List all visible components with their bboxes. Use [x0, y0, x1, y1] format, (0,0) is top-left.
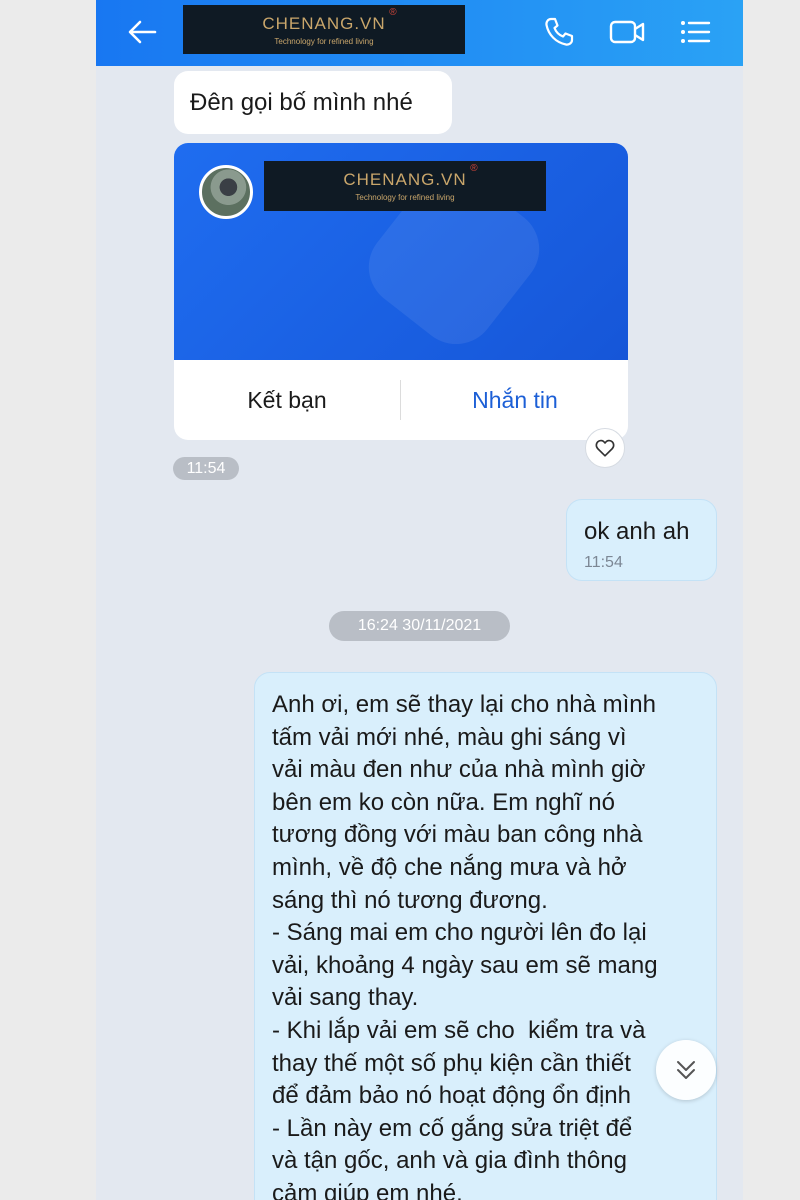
registered-mark: ® — [470, 163, 479, 174]
message-text: Đên gọi bố mình nhé — [190, 89, 413, 116]
date-separator: 16:24 30/11/2021 — [329, 611, 510, 641]
message-line: - Sáng mai em cho người lên đo lại — [272, 919, 647, 947]
add-friend-button[interactable]: Kết bạn — [174, 360, 400, 440]
registered-mark: ® — [389, 6, 398, 18]
brand-name: CHENANG.VN — [262, 13, 386, 33]
message-text: Anh ơi, em sẽ thay lại cho nhà mình tấm v… — [272, 689, 706, 1200]
chat-header: CHENANG.VN ® Technology for refined livin… — [96, 0, 743, 66]
chat-screen: CHENANG.VN ® Technology for refined livin… — [96, 0, 743, 1200]
back-button[interactable] — [120, 10, 164, 54]
message-line: Anh ơi, em sẽ thay lại cho nhà mình — [272, 691, 656, 718]
message-line: - Khi lắp vải em sẽ cho kiểm tra và — [272, 1016, 646, 1044]
message-line: vải, khoảng 4 ngày sau em sẽ mang — [272, 951, 658, 979]
contact-card-banner: CHENANG.VN ® Technology for refined livin… — [174, 143, 628, 360]
video-camera-icon — [609, 20, 645, 44]
menu-button[interactable] — [673, 10, 717, 54]
list-menu-icon — [681, 21, 711, 43]
brand-tagline: Technology for refined living — [274, 36, 374, 46]
brand-tagline: Technology for refined living — [355, 193, 455, 202]
phone-icon — [545, 17, 574, 46]
contact-card-actions: Kết bạn Nhắn tin — [174, 360, 628, 440]
message-text: ok anh ah — [584, 518, 690, 545]
message-line: cảm giúp em nhé. — [272, 1179, 463, 1200]
message-line: thay thế một số phụ kiện cần thiết — [272, 1049, 631, 1077]
message-line: để đảm bảo nó hoạt động ổn định — [272, 1082, 631, 1110]
call-button[interactable] — [537, 10, 581, 54]
message-timestamp: 11:54 — [584, 554, 623, 571]
heart-icon — [595, 439, 615, 457]
scroll-to-bottom-button[interactable] — [656, 1040, 716, 1100]
message-line: vải sang thay. — [272, 984, 419, 1012]
outgoing-message[interactable]: ok anh ah 11:54 — [566, 499, 717, 581]
video-call-button[interactable] — [605, 10, 649, 54]
message-line: tấm vải mới nhé, màu ghi sáng vì — [272, 723, 627, 751]
message-line: và tận gốc, anh và gia đình thông — [272, 1147, 627, 1175]
brand-name: CHENANG.VN — [343, 170, 467, 189]
react-button[interactable] — [585, 428, 625, 468]
message-line: - Lần này em cố gắng sửa triệt để — [272, 1114, 633, 1142]
message-timestamp: 11:54 — [173, 457, 239, 480]
message-line: sáng thì nó tương đương. — [272, 886, 548, 914]
message-line: mình, về độ che nắng mưa và hở — [272, 853, 627, 881]
divider — [400, 380, 401, 420]
outgoing-message-long[interactable]: Anh ơi, em sẽ thay lại cho nhà mình tấm v… — [254, 672, 717, 1200]
send-message-button[interactable]: Nhắn tin — [402, 360, 628, 440]
incoming-message[interactable]: Đên gọi bố mình nhé — [174, 71, 452, 134]
message-line: bên em ko còn nữa. Em nghĩ nó — [272, 788, 615, 816]
avatar[interactable] — [199, 165, 253, 219]
message-line: vải màu đen như của nhà mình giờ — [272, 756, 646, 784]
double-chevron-down-icon — [677, 1061, 695, 1079]
arrow-left-icon — [128, 20, 157, 44]
contact-card[interactable]: CHENANG.VN ® Technology for refined livin… — [174, 143, 628, 440]
brand-logo: CHENANG.VN ® Technology for refined livin… — [183, 5, 465, 54]
contact-brand-logo: CHENANG.VN ® Technology for refined livin… — [264, 161, 546, 211]
message-line: tương đồng với màu ban công nhà — [272, 821, 643, 849]
